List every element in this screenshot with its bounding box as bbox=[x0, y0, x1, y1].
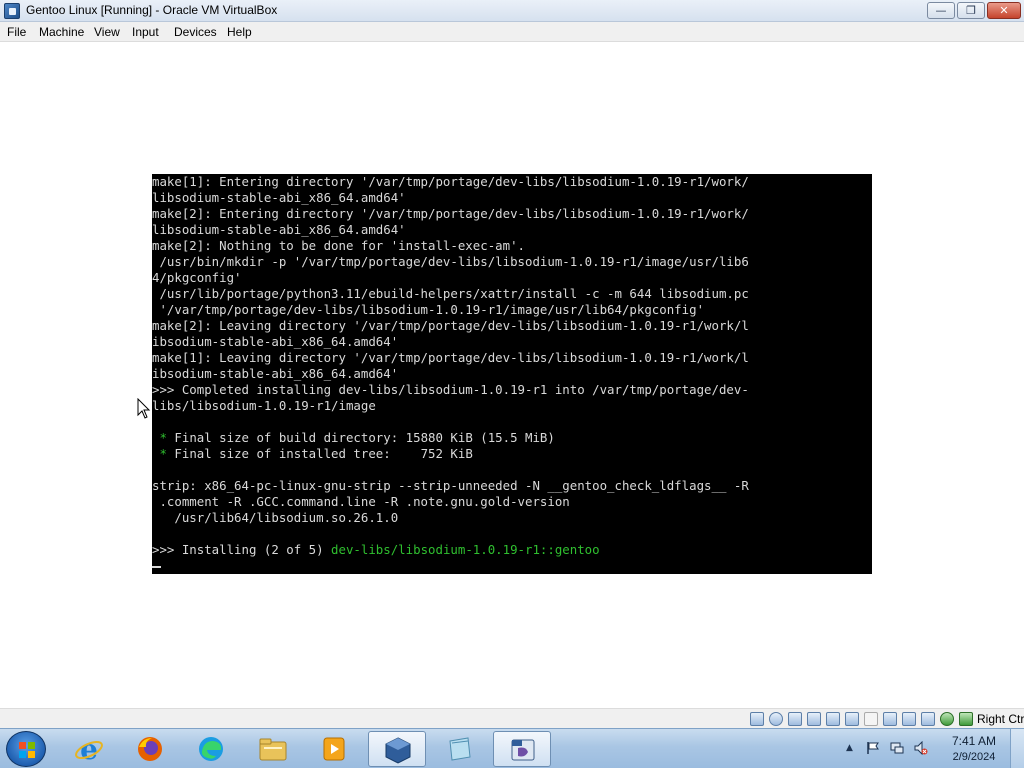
show-desktop-button[interactable] bbox=[1010, 729, 1024, 768]
guest-console[interactable]: make[1]: Entering directory '/var/tmp/po… bbox=[152, 174, 872, 574]
console-line: make[2]: Entering directory '/var/tmp/po… bbox=[152, 206, 749, 221]
window-title: Gentoo Linux [Running] - Oracle VM Virtu… bbox=[26, 3, 278, 17]
network-status-icon[interactable] bbox=[890, 741, 904, 755]
taskbar-edge[interactable] bbox=[182, 731, 240, 767]
console-line-final-tree: * Final size of installed tree: 752 KiB bbox=[152, 446, 473, 462]
mouse-pointer-icon bbox=[137, 398, 151, 419]
taskbar-virtualbox[interactable] bbox=[368, 731, 426, 767]
taskbar-file-explorer[interactable] bbox=[244, 731, 302, 767]
title-bar: Gentoo Linux [Running] - Oracle VM Virtu… bbox=[0, 0, 1024, 22]
console-line: >>> Completed installing dev-libs/libsod… bbox=[152, 382, 749, 397]
console-line: /usr/bin/mkdir -p '/var/tmp/portage/dev-… bbox=[152, 254, 749, 269]
menu-help[interactable]: Help bbox=[227, 25, 252, 39]
hard-disk-icon[interactable] bbox=[750, 712, 764, 726]
media-player-icon bbox=[323, 737, 345, 761]
optical-drive-icon[interactable] bbox=[769, 712, 783, 726]
menu-bar: File Machine View Input Devices Help bbox=[0, 22, 1024, 42]
close-button[interactable]: ✕ bbox=[987, 2, 1021, 19]
text-cursor bbox=[152, 566, 161, 568]
video-capture-icon[interactable] bbox=[921, 712, 935, 726]
internet-explorer-icon: e bbox=[75, 735, 103, 763]
console-line: .comment -R .GCC.command.line -R .note.g… bbox=[152, 494, 570, 509]
console-line: libs/libsodium-1.0.19-r1/image bbox=[152, 398, 376, 413]
clock-date[interactable]: 2/9/2024 bbox=[946, 751, 1002, 763]
action-center-flag-icon[interactable] bbox=[866, 741, 880, 755]
menu-input[interactable]: Input bbox=[132, 25, 159, 39]
vm-status-bar: Right Ctrl bbox=[0, 708, 1024, 728]
start-button[interactable] bbox=[6, 731, 46, 767]
taskbar-notepad[interactable] bbox=[430, 731, 488, 767]
installing-package: dev-libs/libsodium-1.0.19-r1::gentoo bbox=[331, 542, 600, 557]
host-key-label: Right Ctrl bbox=[977, 712, 1024, 726]
console-line-final-build: * Final size of build directory: 15880 K… bbox=[152, 430, 555, 446]
virtualbox-app-icon[interactable] bbox=[4, 3, 20, 19]
notepad-icon bbox=[449, 737, 471, 761]
clock-time[interactable]: 7:41 AM bbox=[946, 734, 1002, 748]
console-line: strip: x86_64-pc-linux-gnu-strip --strip… bbox=[152, 478, 749, 493]
taskbar: e ▲ 7:41 AM 2/9/2024 bbox=[0, 728, 1024, 768]
network-icon[interactable] bbox=[826, 712, 840, 726]
show-hidden-icons-button[interactable]: ▲ bbox=[846, 743, 853, 753]
audio-icon[interactable] bbox=[807, 712, 821, 726]
green-star: * bbox=[159, 446, 167, 461]
final-build-text: Final size of build directory: 15880 KiB… bbox=[166, 430, 555, 445]
virtualbox-icon bbox=[385, 737, 411, 764]
console-line: ibsodium-stable-abi_x86_64.amd64' bbox=[152, 334, 399, 349]
menu-file[interactable]: File bbox=[7, 25, 26, 39]
display-icon[interactable] bbox=[883, 712, 897, 726]
menu-devices[interactable]: Devices bbox=[174, 25, 217, 39]
file-explorer-icon bbox=[259, 738, 287, 761]
console-line: 4/pkgconfig' bbox=[152, 270, 242, 285]
taskbar-internet-explorer[interactable]: e bbox=[60, 731, 118, 767]
console-line: '/var/tmp/portage/dev-libs/libsodium-1.0… bbox=[152, 302, 705, 317]
console-line: libsodium-stable-abi_x86_64.amd64' bbox=[152, 190, 406, 205]
console-line: make[1]: Entering directory '/var/tmp/po… bbox=[152, 174, 749, 189]
menu-view[interactable]: View bbox=[94, 25, 120, 39]
console-line-installing: >>> Installing (2 of 5) dev-libs/libsodi… bbox=[152, 542, 600, 558]
console-line: make[2]: Nothing to be done for 'install… bbox=[152, 238, 525, 253]
restore-button[interactable]: ❐ bbox=[957, 2, 985, 19]
taskbar-media-player[interactable] bbox=[305, 731, 363, 767]
mouse-integration-icon[interactable] bbox=[959, 712, 973, 726]
console-line: make[2]: Leaving directory '/var/tmp/por… bbox=[152, 318, 749, 333]
console-line: libsodium-stable-abi_x86_64.amd64' bbox=[152, 222, 406, 237]
taskbar-firefox[interactable] bbox=[121, 731, 179, 767]
floppy-icon[interactable] bbox=[788, 712, 802, 726]
console-line: /usr/lib/portage/python3.11/ebuild-helpe… bbox=[152, 286, 749, 301]
taskbar-virtualbox-vm[interactable] bbox=[493, 731, 551, 767]
edge-icon bbox=[199, 737, 223, 761]
console-line: ibsodium-stable-abi_x86_64.amd64' bbox=[152, 366, 399, 381]
shared-folders-icon[interactable] bbox=[864, 712, 878, 726]
firefox-icon bbox=[138, 737, 162, 761]
cpu-icon[interactable] bbox=[940, 712, 954, 726]
installing-prefix: >>> Installing (2 of 5) bbox=[152, 542, 332, 557]
minimize-button[interactable]: — bbox=[927, 2, 955, 19]
console-line: make[1]: Leaving directory '/var/tmp/por… bbox=[152, 350, 749, 365]
virtualbox-vm-icon bbox=[511, 739, 535, 761]
console-line: /usr/lib64/libsodium.so.26.1.0 bbox=[152, 510, 399, 525]
menu-machine[interactable]: Machine bbox=[39, 25, 84, 39]
usb-icon[interactable] bbox=[845, 712, 859, 726]
windows-flag-icon bbox=[19, 742, 35, 758]
green-star: * bbox=[159, 430, 167, 445]
final-tree-text: Final size of installed tree: 752 KiB bbox=[166, 446, 473, 461]
recording-icon[interactable] bbox=[902, 712, 916, 726]
volume-muted-icon[interactable] bbox=[914, 741, 928, 755]
